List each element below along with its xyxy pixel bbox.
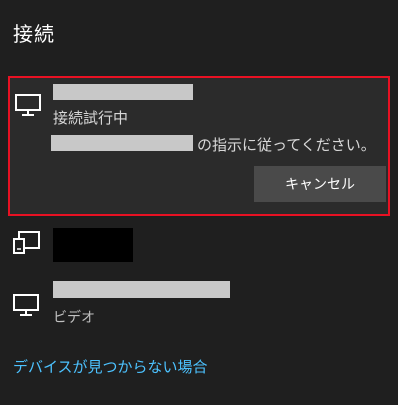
device-list-item[interactable]: ビデオ — [0, 278, 398, 334]
help-link[interactable]: デバイスが見つからない場合 — [13, 356, 208, 377]
monitor-icon — [13, 294, 39, 316]
device-list-item[interactable] — [0, 222, 398, 270]
panel-title: 接続 — [13, 22, 55, 46]
connecting-device-card[interactable]: 接続試行中 の指示に従ってください。 キャンセル — [8, 76, 390, 216]
device-name-redacted — [51, 135, 193, 151]
wireless-display-icon — [13, 231, 40, 254]
cancel-button[interactable]: キャンセル — [254, 166, 386, 202]
device-name-redacted — [53, 281, 230, 298]
monitor-icon — [15, 94, 41, 116]
device-type-label: ビデオ — [53, 310, 95, 326]
connection-status: 接続試行中 — [53, 109, 129, 127]
instruction-text: の指示に従ってください。 — [197, 136, 376, 154]
device-name-redacted — [53, 84, 193, 100]
device-name-redacted — [53, 228, 133, 262]
